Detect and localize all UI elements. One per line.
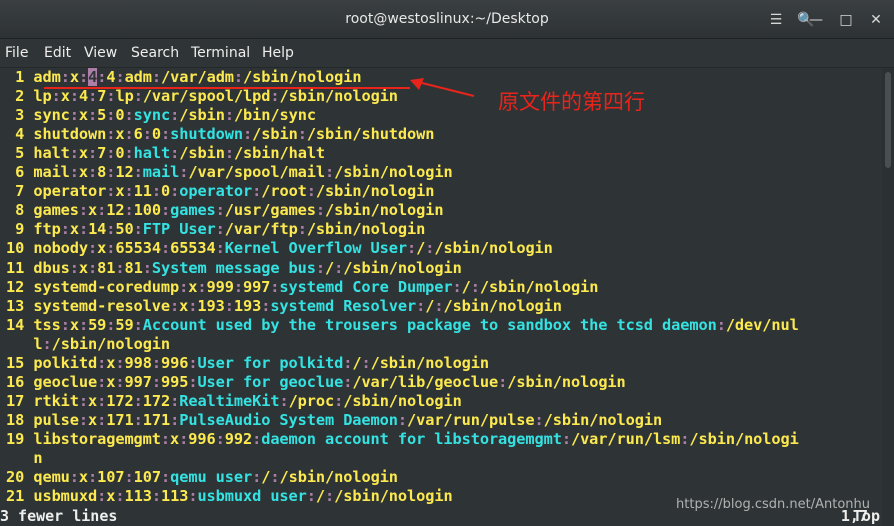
annotation-arrow [44,78,475,97]
scroll-position: Top [852,507,880,525]
annotation-label: 原文件的第四行 [498,90,645,114]
terminal-window: root@westoslinux:~/Desktop 🔍 ☰ — □ ✕ Fil… [0,0,894,526]
status-text: 3 fewer lines [0,507,118,525]
